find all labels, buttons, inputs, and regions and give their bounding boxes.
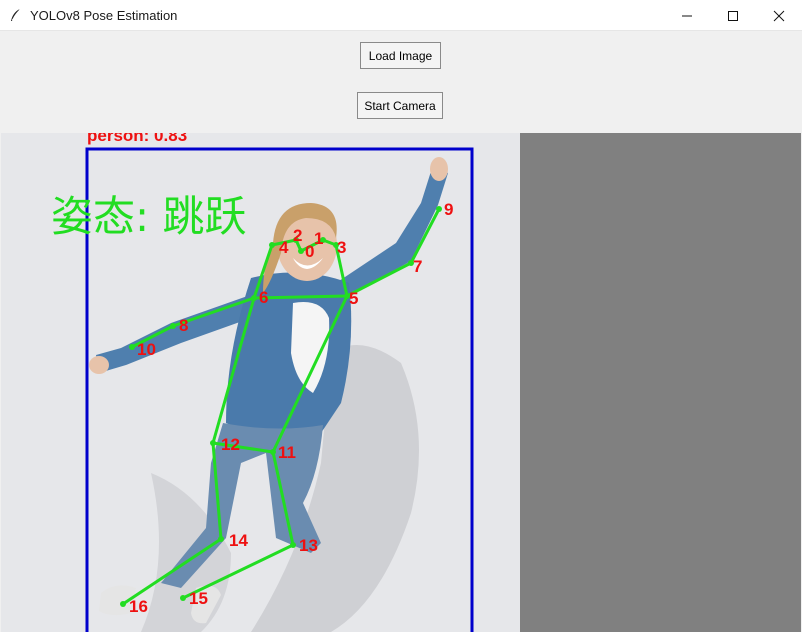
keypoint-label-5: 5 (349, 289, 358, 308)
pose-label: 姿态: 跳跃 (51, 192, 247, 241)
keypoint-6 (251, 295, 257, 301)
keypoint-label-16: 16 (129, 597, 148, 616)
keypoint-label-9: 9 (444, 200, 453, 219)
keypoint-0 (298, 248, 304, 254)
keypoint-label-12: 12 (221, 435, 240, 454)
keypoint-label-2: 2 (293, 226, 302, 245)
window-title: YOLOv8 Pose Estimation (30, 8, 178, 23)
keypoint-label-15: 15 (189, 589, 208, 608)
minimize-icon (682, 15, 692, 16)
keypoint-13 (290, 542, 296, 548)
keypoint-label-1: 1 (314, 229, 323, 248)
load-image-button[interactable]: Load Image (360, 42, 441, 69)
keypoint-label-7: 7 (413, 257, 422, 276)
keypoint-label-11: 11 (278, 443, 296, 462)
keypoint-label-13: 13 (299, 536, 318, 555)
keypoint-10 (129, 344, 135, 350)
keypoint-12 (210, 440, 216, 446)
maximize-button[interactable] (710, 0, 756, 31)
keypoint-8 (170, 323, 176, 329)
start-camera-button[interactable]: Start Camera (357, 92, 443, 119)
feather-icon (11, 8, 21, 21)
keypoint-label-14: 14 (229, 531, 248, 550)
keypoint-label-4: 4 (279, 238, 289, 257)
keypoint-label-6: 6 (259, 288, 268, 307)
detection-score-label: person: 0.83 (87, 133, 187, 145)
keypoint-4 (269, 242, 275, 248)
keypoint-14 (218, 536, 224, 542)
keypoint-label-10: 10 (137, 340, 156, 359)
keypoint-label-8: 8 (179, 316, 188, 335)
close-button[interactable] (756, 0, 802, 31)
keypoint-label-3: 3 (337, 238, 346, 257)
maximize-icon (728, 10, 738, 21)
keypoint-11 (270, 449, 276, 455)
close-icon (773, 10, 785, 21)
title-bar: YOLOv8 Pose Estimation (0, 0, 802, 31)
keypoint-15 (180, 595, 186, 601)
pose-result-image: person: 0.83 姿态: 跳跃 0 1 2 3 4 5 6 7 8 9 … (1, 133, 520, 632)
keypoint-16 (120, 601, 126, 607)
image-canvas: person: 0.83 姿态: 跳跃 0 1 2 3 4 5 6 7 8 9 … (1, 133, 801, 632)
minimize-button[interactable] (664, 0, 710, 31)
keypoint-9 (436, 206, 442, 212)
